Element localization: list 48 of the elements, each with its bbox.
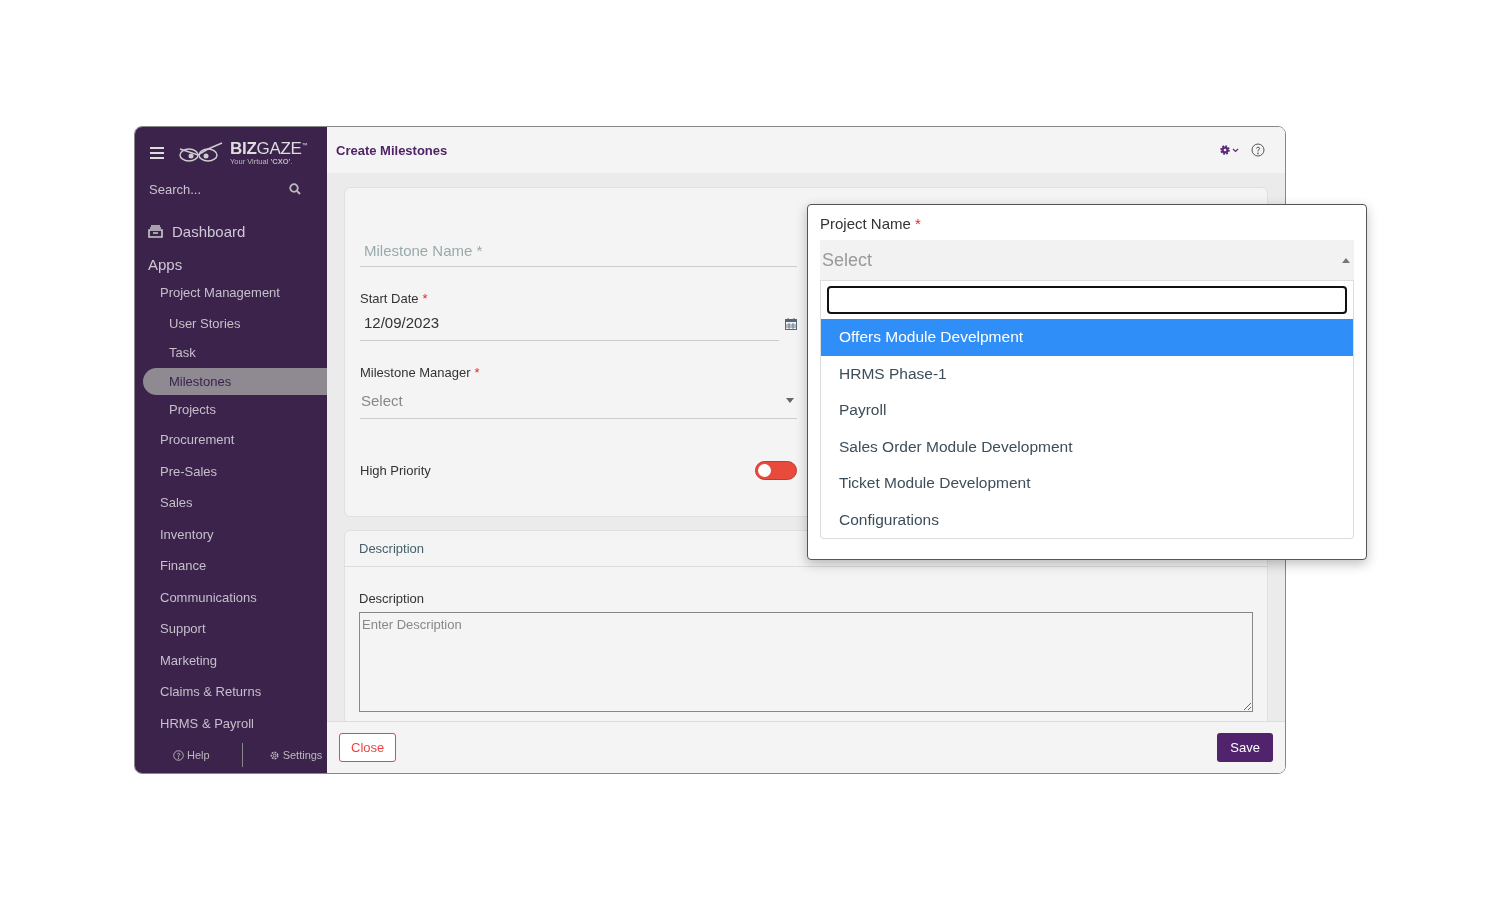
field-label: Description bbox=[359, 591, 426, 606]
sidebar-item[interactable]: Sales bbox=[135, 487, 327, 519]
sidebar-item[interactable]: Procurement bbox=[135, 424, 327, 456]
sidebar-item[interactable]: Pre-Sales bbox=[135, 455, 327, 487]
dropdown-option[interactable]: Payroll bbox=[821, 392, 1353, 429]
help-icon bbox=[173, 749, 184, 761]
inbox-icon bbox=[148, 225, 163, 238]
sidebar-item[interactable]: Communications bbox=[135, 581, 327, 613]
sidebar-item[interactable]: Milestones bbox=[143, 367, 327, 395]
sidebar-item[interactable]: Project Management bbox=[135, 277, 327, 309]
calendar-icon[interactable] bbox=[785, 317, 797, 330]
sidebar-item[interactable]: HRMS & Payroll bbox=[135, 707, 327, 739]
section-heading: Apps bbox=[148, 256, 183, 273]
sidebar-item[interactable]: User Stories bbox=[135, 308, 327, 338]
sidebar-item[interactable]: Support bbox=[135, 613, 327, 645]
save-button[interactable]: Save bbox=[1217, 733, 1273, 762]
brand-name: BIZGAZE$^{™}$ bbox=[230, 140, 308, 158]
milestone-name-field[interactable]: Milestone Name * bbox=[360, 234, 797, 267]
caret-icon bbox=[786, 398, 794, 403]
caret-icon bbox=[1342, 257, 1350, 263]
field-label: Milestone Manager * bbox=[360, 365, 481, 380]
sidebar-item[interactable]: Claims & Returns bbox=[135, 676, 327, 708]
settings-link[interactable]: Settings bbox=[268, 749, 323, 761]
close-button[interactable]: Close bbox=[339, 733, 397, 762]
help-icon[interactable] bbox=[1251, 143, 1265, 157]
description-field[interactable]: Enter Description bbox=[359, 612, 1253, 712]
dropdown-search-field[interactable] bbox=[827, 286, 1347, 314]
sidebar-item[interactable]: Inventory bbox=[135, 518, 327, 550]
field-label: High Priority bbox=[360, 463, 431, 478]
sidebar-item[interactable]: Projects bbox=[135, 394, 327, 424]
sidebar-item[interactable]: Marketing bbox=[135, 644, 327, 676]
dropdown-option[interactable]: Ticket Module Development bbox=[821, 465, 1353, 502]
search-icon[interactable] bbox=[289, 183, 301, 195]
start-date-field[interactable]: 12/09/2023 bbox=[360, 306, 779, 341]
menu-icon[interactable] bbox=[150, 147, 164, 159]
dropdown-option[interactable]: HRMS Phase-1 bbox=[821, 355, 1353, 392]
page-title: Create Milestones bbox=[336, 142, 448, 158]
dropdown-option[interactable]: Sales Order Module Development bbox=[821, 428, 1353, 465]
high-priority-toggle[interactable] bbox=[755, 461, 797, 480]
help-link[interactable]: Help bbox=[173, 749, 210, 761]
dashboard-link[interactable]: Dashboard bbox=[148, 223, 246, 240]
sidebar-item[interactable]: Task bbox=[135, 338, 327, 368]
gear-icon bbox=[268, 749, 280, 761]
field-label: Project Name * bbox=[820, 215, 922, 232]
settings-icon[interactable] bbox=[1219, 144, 1239, 156]
field-label: Start Date * bbox=[360, 291, 429, 306]
search-field[interactable]: Search... bbox=[147, 180, 289, 198]
sidebar-item[interactable]: Finance bbox=[135, 550, 327, 582]
